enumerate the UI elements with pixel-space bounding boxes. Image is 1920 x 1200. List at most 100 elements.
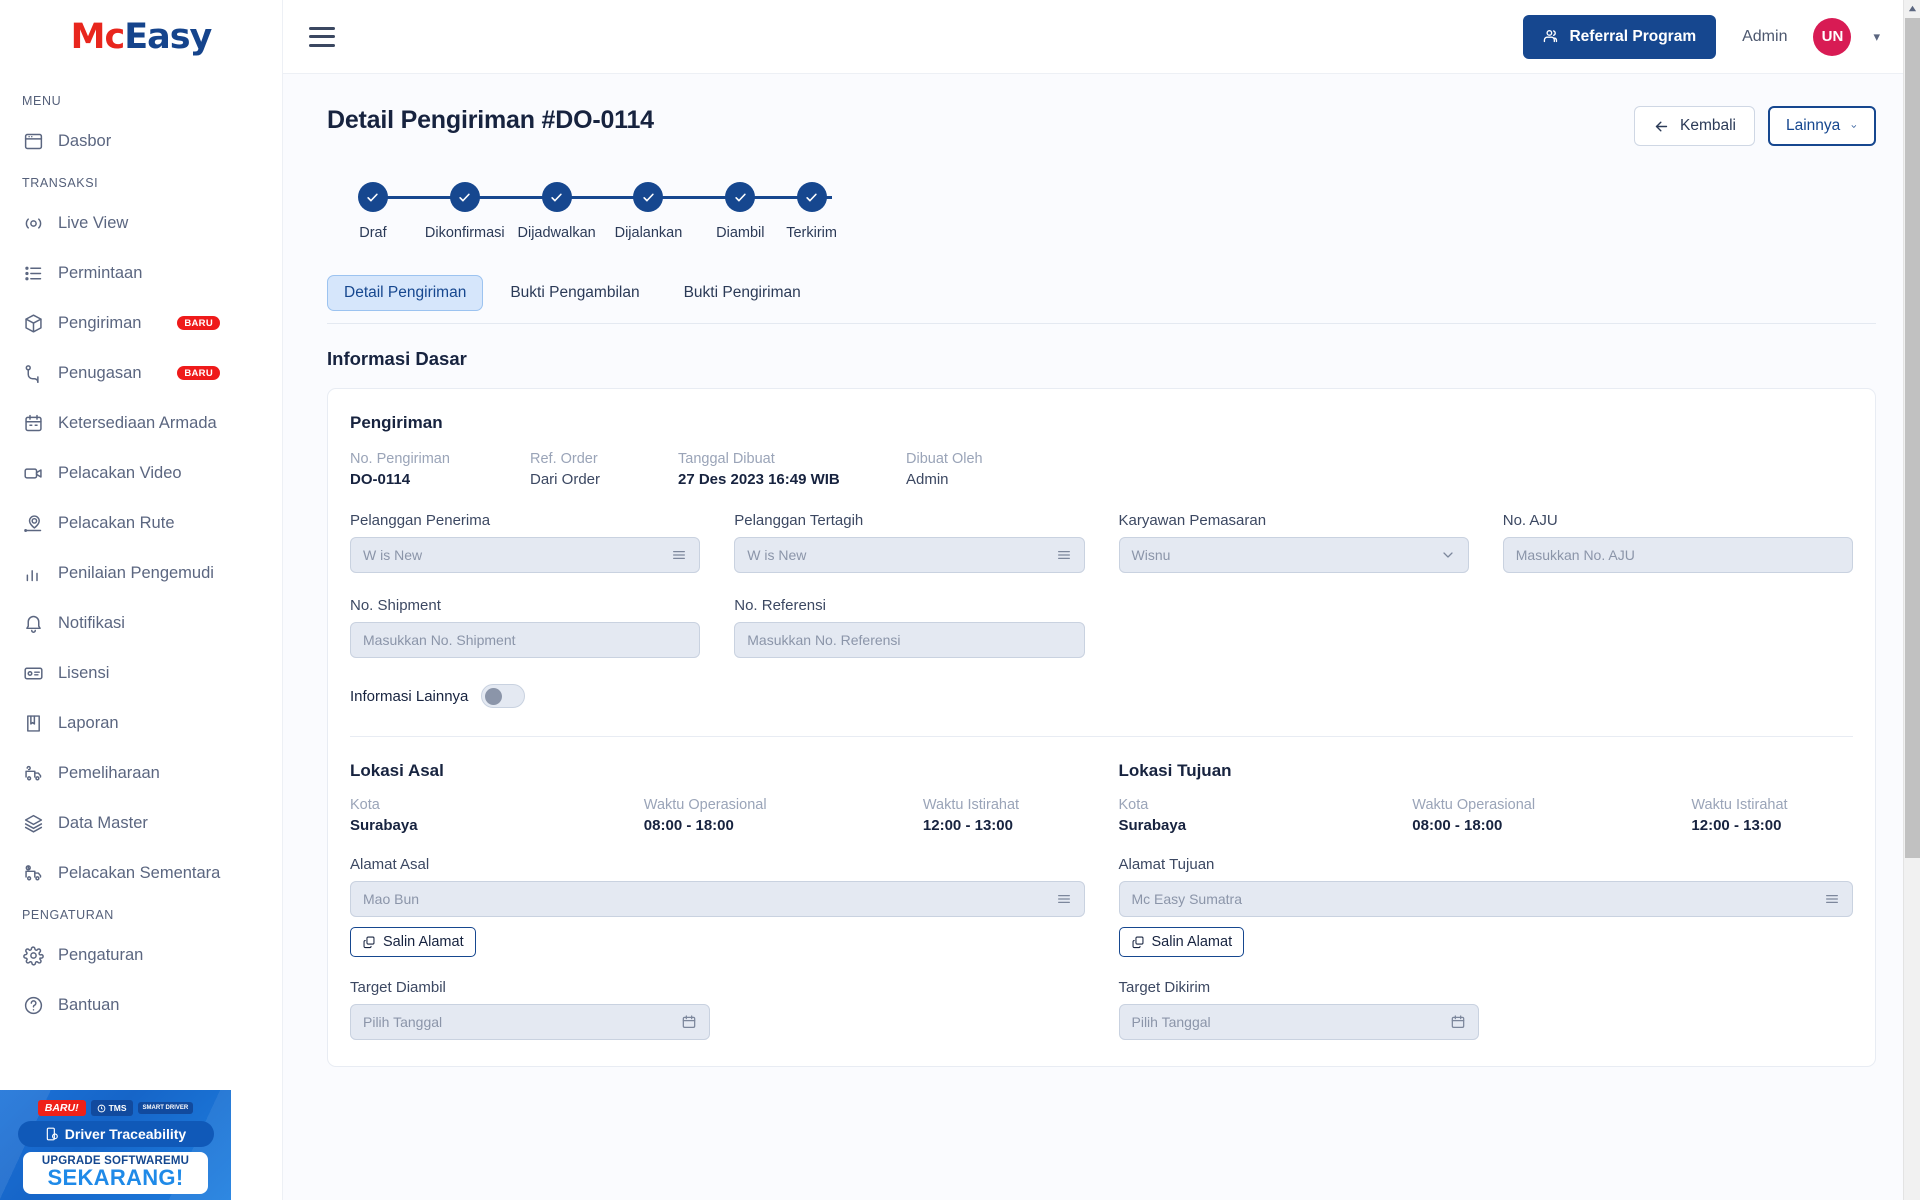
meta-value: DO-0114 [350,471,411,488]
list-lines-icon[interactable] [1824,891,1840,907]
page-scrollbar[interactable] [1903,0,1920,1200]
field-label: No. AJU [1502,512,1558,529]
sidebar-item-label: Live View [58,213,129,232]
location-meta: Kota Surabaya Waktu Operasional 08:00 - 18:… [1119,797,1854,834]
check-icon [806,193,817,201]
sidebar-item-pengaturan[interactable]: Pengaturan [0,930,282,980]
copy-icon [363,936,375,949]
app-logo[interactable]: McEasy [0,0,282,74]
logo-easy-text: Easy [124,17,212,57]
sidebar-item-penilaian-pengemudi[interactable]: Penilaian Pengemudi [0,548,282,598]
field-label: Karyawan Pemasaran [1118,512,1267,529]
step-indicator [633,182,664,212]
map-pin-icon [22,512,44,534]
referral-program-button[interactable]: Referral Program [1523,14,1717,59]
list-lines-icon[interactable] [1056,547,1072,563]
sidebar-item-notifikasi[interactable]: Notifikasi [0,598,282,648]
copy-address-button[interactable]: Salin Alamat [350,927,476,957]
sidebar-item-pelacakan-video[interactable]: Pelacakan Video [0,448,282,498]
list-lines-icon[interactable] [671,547,687,563]
chevron-down-icon[interactable] [1440,547,1456,563]
sidebar-item-laporan[interactable]: Laporan [0,698,282,748]
sidebar-item-label: Bantuan [58,995,120,1014]
sidebar-item-ketersediaan-armada[interactable]: Ketersediaan Armada [0,398,282,448]
sidebar-item-label: Dasbor [58,131,112,150]
other-info-toggle-row: Informasi Lainnya [350,684,1853,708]
input-pelanggan-penerima[interactable]: W is New [350,537,701,573]
more-button[interactable]: Lainnya [1768,106,1876,146]
sidebar-item-pengiriman[interactable]: Pengiriman BARU [0,298,282,348]
sidebar-item-penugasan[interactable]: Penugasan BARU [0,348,282,398]
sidebar-item-dasbor[interactable]: Dasbor [0,116,282,166]
step-indicator [541,182,572,212]
location-meta-key: Kota [1118,797,1149,813]
sidebar-item-lisensi[interactable]: Lisensi [0,648,282,698]
copy-address-button[interactable]: Salin Alamat [1118,927,1245,957]
meta-key: Ref. Order [530,451,598,467]
field-group-no-shipment: No. Shipment Masukkan No. Shipment [350,597,701,658]
card-divider [350,736,1853,737]
dashboard-icon [22,130,44,152]
back-button[interactable]: Kembali [1634,106,1755,146]
traceability-icon [46,1127,58,1141]
calendar-icon [22,412,44,434]
tab-bukti-pengambilan[interactable]: Bukti Pengambilan [493,275,656,311]
input-pelanggan-tertagih[interactable]: W is New [734,537,1085,573]
location-meta-key: Kota [350,797,380,813]
page-actions: Kembali Lainnya [1634,106,1876,146]
location-meta-item: Kota Surabaya [1119,797,1413,834]
other-info-toggle[interactable] [481,684,526,708]
field-value: Masukkan No. AJU [1515,547,1635,563]
other-info-toggle-label: Informasi Lainnya [350,687,469,705]
calendar-small-icon[interactable] [681,1014,697,1030]
input-no-referensi[interactable]: Masukkan No. Referensi [734,622,1085,658]
input-no-aju[interactable]: Masukkan No. AJU [1502,537,1853,573]
scrollbar-thumb[interactable] [1905,18,1920,858]
meta-value: Admin [906,471,949,488]
route-icon [22,362,44,384]
sidebar-item-data-master[interactable]: Data Master [0,798,282,848]
input-karyawan-pemasaran[interactable]: Wisnu [1118,537,1469,573]
basic-info-card: Pengiriman No. Pengiriman DO-0114 Ref. Ord… [327,388,1876,1067]
step-label: Draf [359,225,387,241]
sidebar-item-bantuan[interactable]: Bantuan [0,980,282,1030]
layers-icon [22,812,44,834]
sidebar-item-pemeliharaan[interactable]: Pemeliharaan [0,748,282,798]
promo-cta-line2: SEKARANG! [47,1165,184,1190]
sidebar-item-label: Lisensi [58,663,110,682]
input-no-shipment[interactable]: Masukkan No. Shipment [350,622,701,658]
location-destination: Lokasi Tujuan Kota Surabaya Waktu Operasion… [1118,761,1854,1040]
target-date-input[interactable]: Pilih Tanggal [350,1004,710,1040]
list-lines-icon[interactable] [1056,891,1072,907]
field-value: Masukkan No. Shipment [363,632,516,648]
promo-smartdriver-chip: SMART DRIVER [137,1101,194,1115]
sidebar-item-live-view[interactable]: Live View [0,198,282,248]
hamburger-icon[interactable] [309,26,335,47]
step-label: Terkirim [786,225,837,241]
tab-detail-pengiriman[interactable]: Detail Pengiriman [327,275,484,311]
sidebar-item-pelacakan-rute[interactable]: Pelacakan Rute [0,498,282,548]
sidebar-item-label: Pemeliharaan [58,763,160,782]
address-input[interactable]: Mc Easy Sumatra [1118,881,1853,917]
sidebar-item-label: Ketersediaan Armada [58,413,217,432]
promo-cta[interactable]: UPGRADE SOFTWAREMU SEKARANG! [23,1152,208,1194]
scroll-up-arrow-icon[interactable] [1904,0,1920,17]
sidebar-item-permintaan[interactable]: Permintaan [0,248,282,298]
chevron-down-icon[interactable]: ▾ [1873,29,1880,45]
truck-wrench-icon [22,762,44,784]
sidebar-item-pelacakan-sementara[interactable]: Pelacakan Sementara [0,848,282,898]
shipment-fields-row1: Pelanggan Penerima W is New Pelanggan Tert… [350,512,1853,573]
location-meta-value: Surabaya [1118,817,1187,834]
package-icon [22,312,44,334]
promo-banner[interactable]: BARU! TMS SMART DRIVER Driver Traceabili… [0,1090,231,1200]
meta-no-pengiriman: No. Pengiriman DO-0114 [350,451,530,488]
admin-label: Admin [1742,27,1788,45]
address-input[interactable]: Mao Bun [350,881,1085,917]
tab-bukti-pengiriman[interactable]: Bukti Pengiriman [667,275,818,311]
location-meta-item: Waktu Operasional 08:00 - 18:00 [1412,797,1691,834]
avatar[interactable]: UN [1813,17,1852,56]
book-icon [22,712,44,734]
calendar-small-icon[interactable] [1450,1014,1466,1030]
target-date-input[interactable]: Pilih Tanggal [1118,1004,1479,1040]
field-value: Wisnu [1131,547,1171,563]
